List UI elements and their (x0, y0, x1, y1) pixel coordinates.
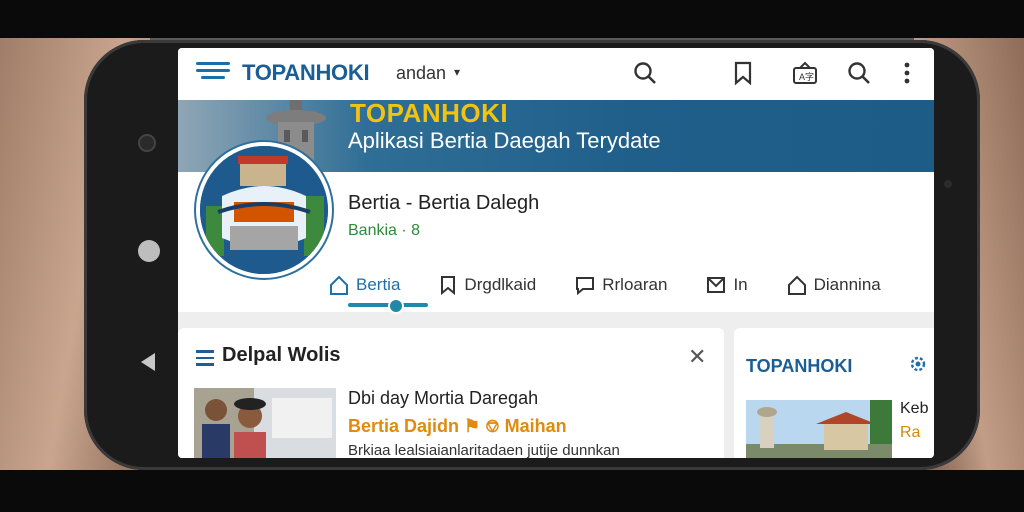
home-button[interactable] (138, 240, 160, 262)
news-card: Delpal Wolis ✕ Dbi day Mortia Daregah Be… (178, 328, 724, 458)
close-icon[interactable]: ✕ (688, 344, 706, 370)
tab-diannina[interactable]: Diannina (786, 268, 881, 302)
tab-in[interactable]: In (705, 268, 748, 302)
news-title[interactable]: Dbi day Mortia Daregah (348, 388, 538, 409)
tab-drgdlkaid[interactable]: Drgdlkaid (438, 268, 536, 302)
mail-icon (707, 277, 726, 293)
letterbox-bottom (0, 470, 1024, 512)
tab-bertia[interactable]: Bertia (328, 268, 400, 302)
news-subtitle-tail: Maihan (504, 416, 567, 436)
at-icon: ⎊ (485, 416, 500, 436)
banner-subtitle: Aplikasi Bertia Daegah Terydate (348, 128, 661, 153)
chat-icon (576, 277, 595, 296)
svg-text:A字: A字 (799, 71, 814, 82)
news-subtitle: Bertia Dajidn ⚑ ⎊ Maihan (348, 416, 567, 437)
logo-icon (196, 62, 230, 86)
profile-section: Bertia - Bertia Dalegh Bankia · 8 Bertia… (178, 142, 934, 314)
tab-label: In (733, 275, 748, 294)
menu-icon[interactable] (196, 350, 214, 366)
gear-icon[interactable] (908, 354, 928, 374)
tab-label: Rrloaran (602, 275, 668, 294)
side-card-thumbnail[interactable] (746, 400, 892, 458)
news-subtitle-text: Bertia Dajidn (348, 416, 460, 436)
app-topbar: TOPANHOKI andan ▾ A字 (178, 48, 934, 100)
more-icon[interactable] (892, 58, 922, 88)
sensor-dot (944, 180, 952, 188)
app-brand-suffix[interactable]: andan (396, 63, 446, 84)
bookmark-icon (441, 276, 456, 296)
tag-icon: ⚑ (464, 416, 481, 436)
bookmark-icon[interactable] (728, 58, 758, 88)
banner-title: TOPANHOKI (350, 98, 509, 128)
front-camera (140, 136, 154, 150)
avatar[interactable] (196, 142, 332, 278)
letterbox-top (0, 0, 1024, 38)
home-icon (330, 275, 348, 295)
profile-name: Bertia - Bertia Dalegh (348, 192, 540, 214)
home-icon (787, 275, 806, 295)
side-card-subtext: Ra (900, 424, 921, 441)
card-title: Delpal Wolis (222, 344, 341, 366)
back-button-icon[interactable] (141, 353, 155, 371)
search-icon[interactable] (844, 58, 874, 88)
news-body: Brkiaa lealsiaianlaritadaen jutije dunnk… (348, 442, 620, 458)
side-card-text: Keb (900, 400, 929, 417)
chevron-down-icon[interactable]: ▾ (454, 65, 460, 79)
app-screen: TOPANHOKI andan ▾ A字 TOPANHOKI Aplikasi … (178, 48, 934, 458)
tab-label: Diannina (813, 275, 881, 294)
profile-meta: Bankia · 8 (348, 222, 421, 239)
app-brand[interactable]: TOPANHOKI (242, 60, 370, 86)
tab-indicator-dot (388, 298, 404, 314)
side-card: TOPANHOKI Keb Ra (734, 328, 934, 458)
side-card-brand: TOPANHOKI (746, 356, 853, 376)
search-icon[interactable] (630, 58, 660, 88)
translate-icon[interactable]: A字 (790, 58, 820, 88)
tab-label: Bertia (356, 275, 401, 294)
profile-tabs: Bertia Drgdlkaid Rrloaran In Diannina (328, 268, 928, 302)
news-thumbnail[interactable] (194, 388, 336, 458)
tab-rrloaran[interactable]: Rrloaran (574, 268, 667, 302)
tab-label: Drgdlkaid (464, 275, 537, 294)
